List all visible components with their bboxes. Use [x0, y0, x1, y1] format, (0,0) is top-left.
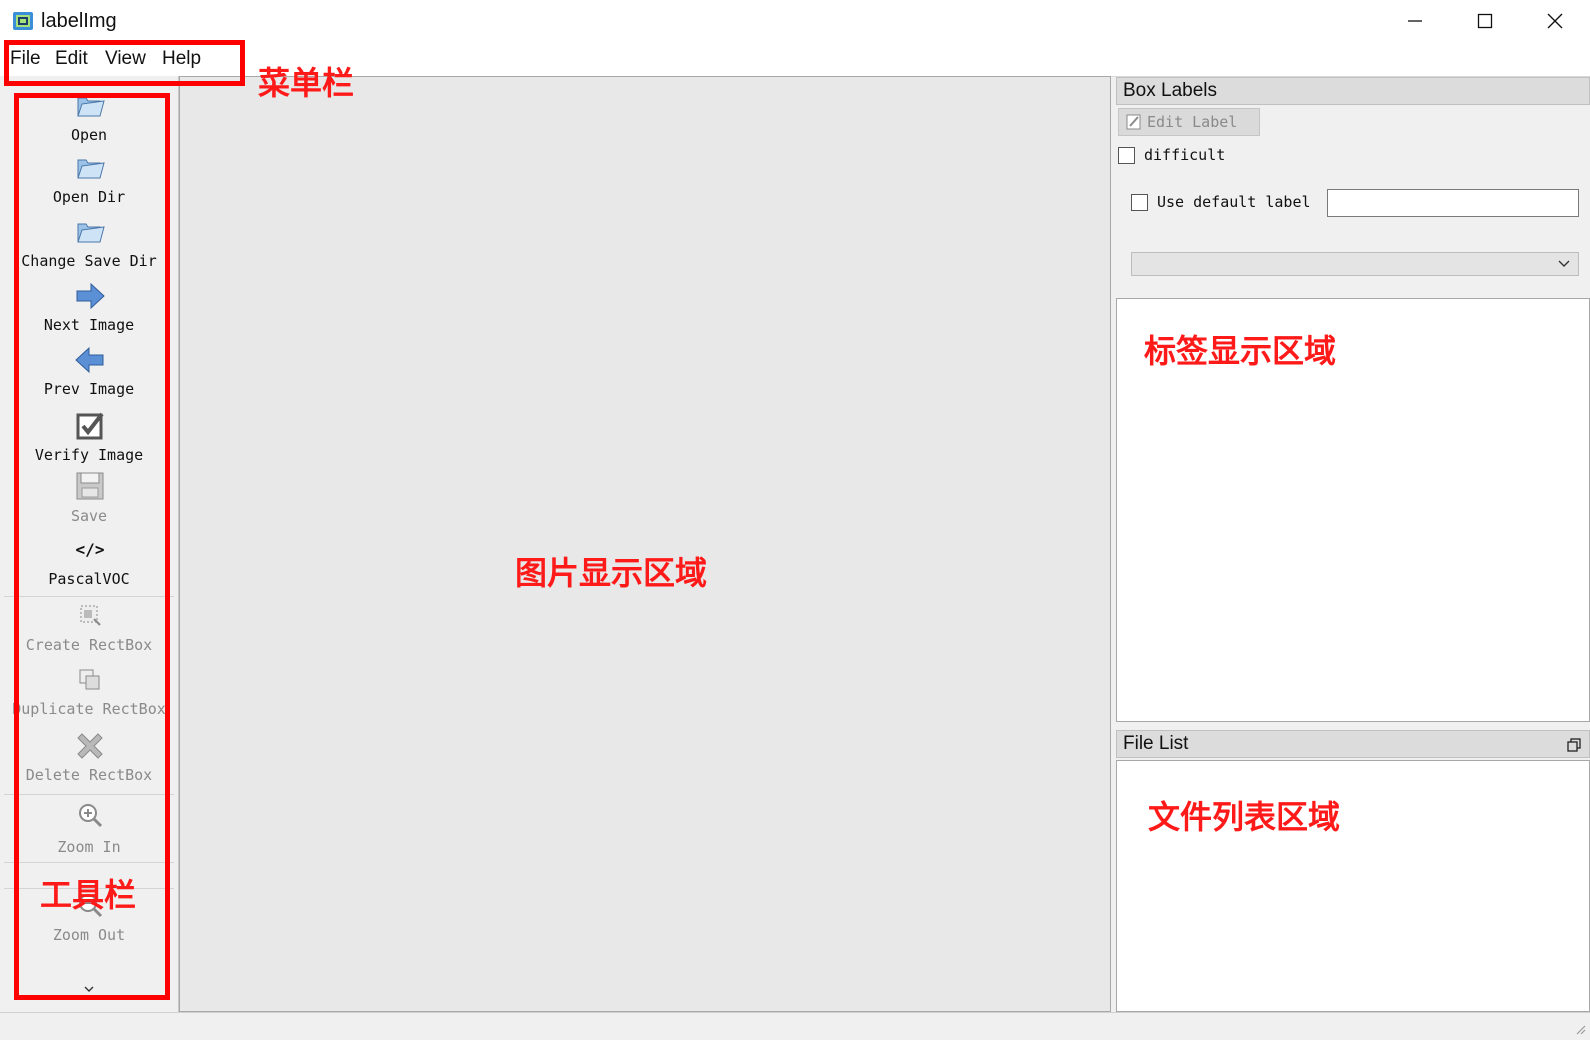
use-default-label-text: Use default label	[1157, 193, 1311, 211]
edit-label-button-text: Edit Label	[1147, 113, 1238, 131]
labels-annotation-text: 标签显示区域	[1144, 332, 1337, 370]
close-button[interactable]	[1520, 0, 1590, 42]
status-bar	[0, 1012, 1590, 1040]
files-annotation-text: 文件列表区域	[1148, 798, 1341, 836]
edit-pencil-icon	[1126, 114, 1141, 130]
difficult-checkbox[interactable]	[1118, 147, 1135, 164]
default-label-input[interactable]	[1327, 189, 1579, 217]
file-list-title: File List	[1123, 733, 1189, 754]
file-list-header: File List	[1116, 730, 1590, 758]
box-labels-header: Box Labels	[1116, 77, 1590, 105]
window-title: labelImg	[41, 10, 117, 32]
toolbar-annotation-text: 工具栏	[40, 876, 137, 914]
maximize-button[interactable]	[1450, 0, 1520, 42]
minimize-icon	[1408, 20, 1422, 22]
difficult-label: difficult	[1144, 146, 1226, 164]
menubar-annotation-box	[4, 40, 245, 86]
toolbar-annotation-box	[14, 93, 170, 1000]
use-default-label-checkbox[interactable]	[1131, 194, 1148, 211]
maximize-icon	[1477, 13, 1493, 29]
image-canvas[interactable]	[179, 76, 1111, 1012]
close-icon	[1547, 13, 1563, 29]
chevron-down-icon	[1558, 260, 1570, 267]
restore-window-icon[interactable]	[1567, 738, 1581, 752]
menubar-annotation-text: 菜单栏	[258, 64, 355, 102]
labelimg-window: labelImg File Edit View Help Open Open D…	[0, 0, 1590, 1040]
label-dropdown[interactable]	[1131, 252, 1579, 276]
minimize-button[interactable]	[1380, 0, 1450, 42]
app-icon	[13, 12, 33, 30]
edit-label-button[interactable]: Edit Label	[1118, 108, 1260, 136]
resize-grip-icon[interactable]	[1574, 1023, 1586, 1035]
title-bar: labelImg	[0, 0, 1590, 42]
canvas-annotation-text: 图片显示区域	[515, 554, 708, 592]
